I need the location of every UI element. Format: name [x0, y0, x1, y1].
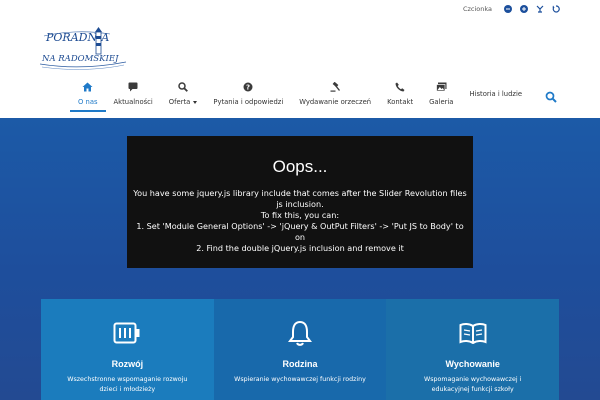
error-line: To fix this, you can: [260, 210, 340, 220]
feature-description: Wszechstronne wspomaganie rozwoju dzieci… [67, 376, 188, 393]
nav-label-o-nas: O nas [78, 98, 98, 106]
error-line: You have some jquery.js library include … [133, 188, 467, 209]
comment-icon [128, 80, 138, 94]
battery-icon [113, 319, 141, 347]
book-icon [459, 319, 487, 347]
increase-font-icon[interactable] [519, 4, 528, 13]
main-nav: O nas Aktualności Oferta ? Pytania i odp… [70, 80, 530, 112]
magnifier-icon [178, 80, 188, 94]
accessibility-bar: Czcionka [0, 0, 600, 17]
nav-item-pytania[interactable]: ? Pytania i odpowiedzi [205, 80, 291, 112]
nav-label-kontakt: Kontakt [387, 98, 414, 106]
images-icon [435, 80, 447, 94]
phone-icon [395, 80, 405, 94]
svg-text:?: ? [246, 84, 250, 92]
error-line: 1. Set 'Module General Options' -> 'jQue… [136, 221, 464, 242]
contrast-icon[interactable] [535, 4, 544, 13]
feature-boxes: Rozwój Wszechstronne wspomaganie rozwoju… [41, 299, 560, 400]
nav-label-wydawanie: Wydawanie orzeczeń [299, 98, 372, 106]
reset-icon[interactable] [551, 4, 560, 13]
feature-description: Wspieranie wychowawczej funkcji rodziny [234, 376, 366, 383]
feature-box-wychowanie[interactable]: Wychowanie Wspomaganie wychowawczej i ed… [386, 299, 560, 400]
error-message: You have some jquery.js library include … [127, 188, 473, 254]
slider-error-box: Oops... You have some jquery.js library … [127, 136, 473, 268]
nav-label-historia: Historia i ludzie [469, 90, 523, 98]
decrease-font-icon[interactable] [503, 4, 512, 13]
nav-label-aktualnosci: Aktualności [113, 98, 153, 106]
font-size-label: Czcionka [462, 4, 492, 13]
nav-item-galeria[interactable]: Galeria [421, 80, 461, 112]
feature-description: Wspomaganie wychowawczej i edukacyjnej f… [424, 376, 522, 393]
home-icon [82, 80, 93, 94]
header-search-button[interactable] [545, 88, 557, 103]
feature-box-rozwoj[interactable]: Rozwój Wszechstronne wspomaganie rozwoju… [41, 299, 214, 400]
nav-label-oferta: Oferta [168, 98, 191, 106]
nav-item-kontakt[interactable]: Kontakt [379, 80, 421, 112]
site-logo[interactable]: PORADNIA NA RADOMSKIEJ [39, 24, 130, 72]
nav-item-o-nas[interactable]: O nas [70, 80, 106, 112]
question-icon: ? [243, 80, 253, 94]
logo-text-line2: NA RADOMSKIEJ [41, 54, 119, 64]
search-icon [545, 91, 557, 103]
nav-item-aktualnosci[interactable]: Aktualności [106, 80, 161, 112]
nav-item-oferta[interactable]: Oferta [161, 80, 206, 112]
nav-label-pytania: Pytania i odpowiedzi [213, 98, 284, 106]
nav-label-galeria: Galeria [429, 98, 454, 106]
error-title: Oops... [272, 157, 328, 176]
feature-title: Rozwój [111, 359, 144, 369]
nav-item-historia[interactable]: Historia i ludzie [461, 80, 530, 112]
feature-box-rodzina[interactable]: Rodzina Wspieranie wychowawczej funkcji … [213, 299, 387, 400]
dropdown-caret-icon [193, 100, 198, 104]
error-line: 2. Find the double jQuery.js inclusion a… [196, 243, 404, 253]
nav-item-wydawanie[interactable]: Wydawanie orzeczeń [291, 80, 379, 112]
feature-title: Wychowanie [445, 359, 500, 369]
gavel-icon [330, 80, 341, 94]
feature-title: Rodzina [282, 359, 318, 369]
bell-icon [288, 319, 312, 347]
